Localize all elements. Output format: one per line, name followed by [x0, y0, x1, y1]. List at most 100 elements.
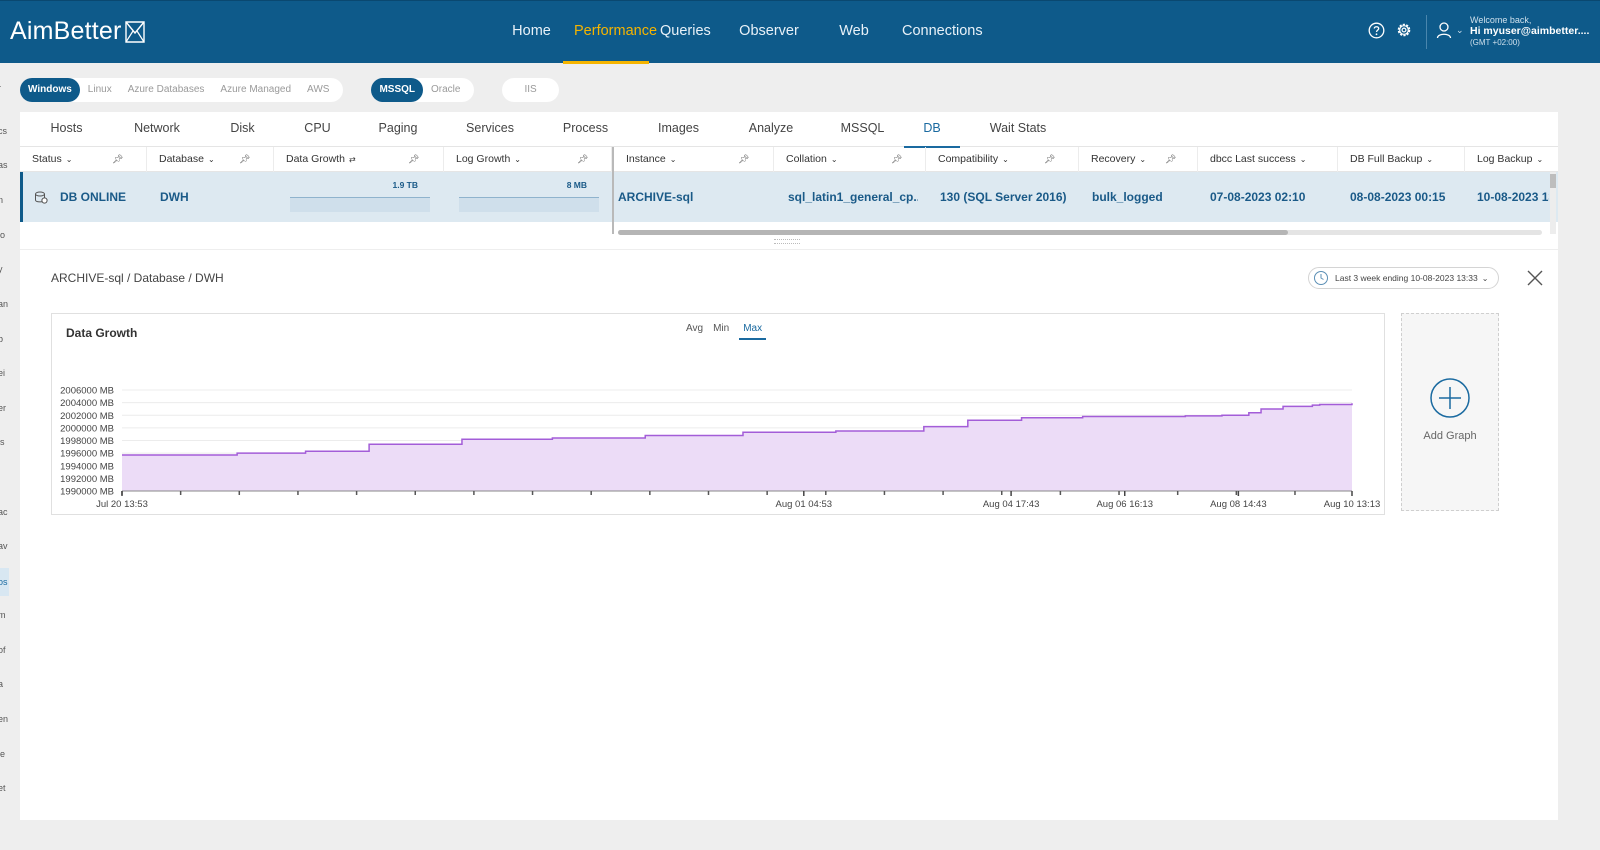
nav-performance[interactable]: Performance [563, 1, 657, 64]
table-row[interactable]: DB ONLINE DWH 1.9 TB 8 MB ARCHIVE-sql sq… [20, 172, 1558, 222]
column-header-collation[interactable]: Collation ⌄ 📌︎ [774, 147, 926, 172]
sidebar-item[interactable]: en [0, 714, 9, 724]
time-range-label: Last 3 week ending 10-08-2023 13:33 [1335, 273, 1478, 283]
column-header-instance[interactable]: Instance ⌄ 📌︎ [614, 147, 774, 172]
filter-oracle[interactable]: Oracle [423, 78, 468, 102]
agg-max[interactable]: Max [739, 323, 767, 340]
engine-filter-group: MSSQL Oracle [371, 78, 475, 102]
sidebar-item[interactable]: ie [0, 749, 9, 759]
nav-queries[interactable]: Queries [649, 1, 721, 64]
log-growth-value: 8 MB [566, 180, 587, 190]
sidebar-item[interactable]: of [0, 645, 9, 655]
settings-gear-icon[interactable] [1395, 21, 1413, 39]
sidebar-item[interactable]: n [0, 195, 9, 205]
panel-resize-handle[interactable] [774, 239, 800, 244]
filter-aws[interactable]: AWS [299, 78, 337, 102]
sidebar-item[interactable]: av [0, 541, 9, 551]
sidebar-item[interactable]: an [0, 299, 9, 309]
vertical-scrollbar[interactable] [1550, 172, 1556, 234]
column-header-compatibility[interactable]: Compatibility ⌄ 📌︎ [926, 147, 1079, 172]
y-tick-label: 2000000 MB [60, 423, 114, 434]
agg-avg[interactable]: Avg [686, 323, 703, 340]
user-menu[interactable]: Welcome back, Hi myuser@aimbetter.... (G… [1470, 15, 1589, 48]
tab-disk[interactable]: Disk [201, 112, 284, 147]
column-label: dbcc Last success [1210, 153, 1296, 165]
column-header-log-backup[interactable]: Log Backup ⌄ [1465, 147, 1558, 172]
chevron-down-icon: ⌄ [65, 155, 73, 164]
column-header-data-growth[interactable]: Data Growth ⇄ 📌︎ [274, 147, 444, 172]
filter-iis[interactable]: IIS [502, 78, 558, 102]
pin-icon[interactable]: 📌︎ [112, 147, 123, 171]
sidebar-item[interactable]: y [0, 264, 9, 274]
sidebar-item[interactable]: b [0, 334, 9, 344]
filter-linux[interactable]: Linux [80, 78, 120, 102]
tab-services[interactable]: Services [445, 112, 535, 147]
nav-connections[interactable]: Connections [891, 1, 991, 64]
tab-mssql[interactable]: MSSQL [821, 112, 904, 147]
chevron-down-icon: ⌄ [830, 155, 838, 164]
filter-azure-databases[interactable]: Azure Databases [120, 78, 213, 102]
horizontal-scrollbar[interactable] [618, 230, 1542, 235]
data-growth-chart: 1990000 MB 1992000 MB 1994000 MB1996000 MB… [60, 386, 1380, 511]
column-header-db-full-backup[interactable]: DB Full Backup ⌄ [1338, 147, 1465, 172]
filter-mssql[interactable]: MSSQL [371, 78, 424, 102]
dbcc-last-success-cell: 07-08-2023 02:10 [1210, 190, 1306, 204]
user-icon[interactable] [1436, 21, 1452, 39]
column-header-dbcc-last-success[interactable]: dbcc Last success ⌄ [1198, 147, 1338, 172]
sidebar-item[interactable]: ei [0, 368, 9, 378]
sidebar-item[interactable]: is [0, 437, 9, 447]
sidebar-item[interactable]: cs [0, 126, 9, 136]
pin-icon[interactable]: 📌︎ [408, 147, 419, 171]
pin-icon[interactable]: 📌︎ [239, 147, 250, 171]
help-icon[interactable] [1368, 22, 1385, 39]
sidebar-item-active[interactable]: os [0, 568, 9, 596]
add-graph-button[interactable]: Add Graph [1401, 313, 1499, 511]
sidebar-item[interactable]: j [0, 472, 9, 482]
aimbetter-logo[interactable]: AimBetter [10, 17, 146, 46]
clock-icon [1314, 271, 1328, 285]
pin-icon[interactable]: 📌︎ [1044, 147, 1055, 171]
column-header-status[interactable]: Status ⌄ 📌︎ [20, 147, 147, 172]
pin-icon[interactable]: 📌︎ [1165, 147, 1176, 171]
tab-images[interactable]: Images [636, 112, 721, 147]
user-menu-chevron-icon[interactable]: ⌄ [1456, 25, 1464, 36]
sidebar-item[interactable]: as [0, 160, 9, 170]
tab-cpu[interactable]: CPU [284, 112, 351, 147]
tab-network[interactable]: Network [113, 112, 201, 147]
user-timezone: (GMT +02:00) [1470, 38, 1520, 47]
sidebar-item[interactable]: m [0, 610, 9, 620]
close-icon[interactable] [1524, 267, 1546, 289]
sidebar-item[interactable]: r [0, 83, 9, 93]
filter-azure-managed[interactable]: Azure Managed [212, 78, 299, 102]
tab-wait-stats[interactable]: Wait Stats [960, 112, 1076, 147]
horizontal-scrollbar-thumb[interactable] [618, 230, 1288, 235]
pin-icon[interactable]: 📌︎ [891, 147, 902, 171]
y-tick-label: 1990000 MB [60, 487, 114, 498]
sidebar-item[interactable]: a [0, 679, 9, 689]
sidebar-item[interactable]: er [0, 403, 9, 413]
pin-icon[interactable]: 📌︎ [577, 147, 588, 171]
sidebar-item[interactable]: et [0, 783, 9, 793]
tab-db[interactable]: DB [904, 112, 960, 148]
pin-icon[interactable]: 📌︎ [738, 147, 749, 171]
tab-analyze[interactable]: Analyze [721, 112, 821, 147]
vertical-scrollbar-thumb[interactable] [1550, 174, 1556, 188]
column-header-recovery[interactable]: Recovery ⌄ 📌︎ [1079, 147, 1198, 172]
agg-min[interactable]: Min [713, 323, 729, 340]
sidebar-item[interactable]: lo [0, 230, 9, 240]
tab-paging[interactable]: Paging [351, 112, 445, 147]
nav-home[interactable]: Home [500, 1, 563, 64]
nav-web[interactable]: Web [817, 1, 891, 64]
nav-observer[interactable]: Observer [721, 1, 817, 64]
tab-process[interactable]: Process [535, 112, 636, 147]
left-sidebar: r cs as n lo y an b ei er is j ac av os … [0, 63, 9, 850]
frozen-column-separator [612, 147, 614, 234]
filter-windows[interactable]: Windows [20, 78, 80, 102]
sidebar-item[interactable]: ac [0, 507, 9, 517]
time-range-selector[interactable]: Last 3 week ending 10-08-2023 13:33 ⌄ [1308, 267, 1500, 289]
top-navigation-bar: AimBetter Home Performance Queries Obser… [0, 0, 1600, 64]
tab-hosts[interactable]: Hosts [20, 112, 113, 147]
y-tick-label: 2002000 MB [60, 411, 114, 422]
column-header-database[interactable]: Database ⌄ 📌︎ [147, 147, 274, 172]
column-header-log-growth[interactable]: Log Growth ⌄ 📌︎ [444, 147, 612, 172]
